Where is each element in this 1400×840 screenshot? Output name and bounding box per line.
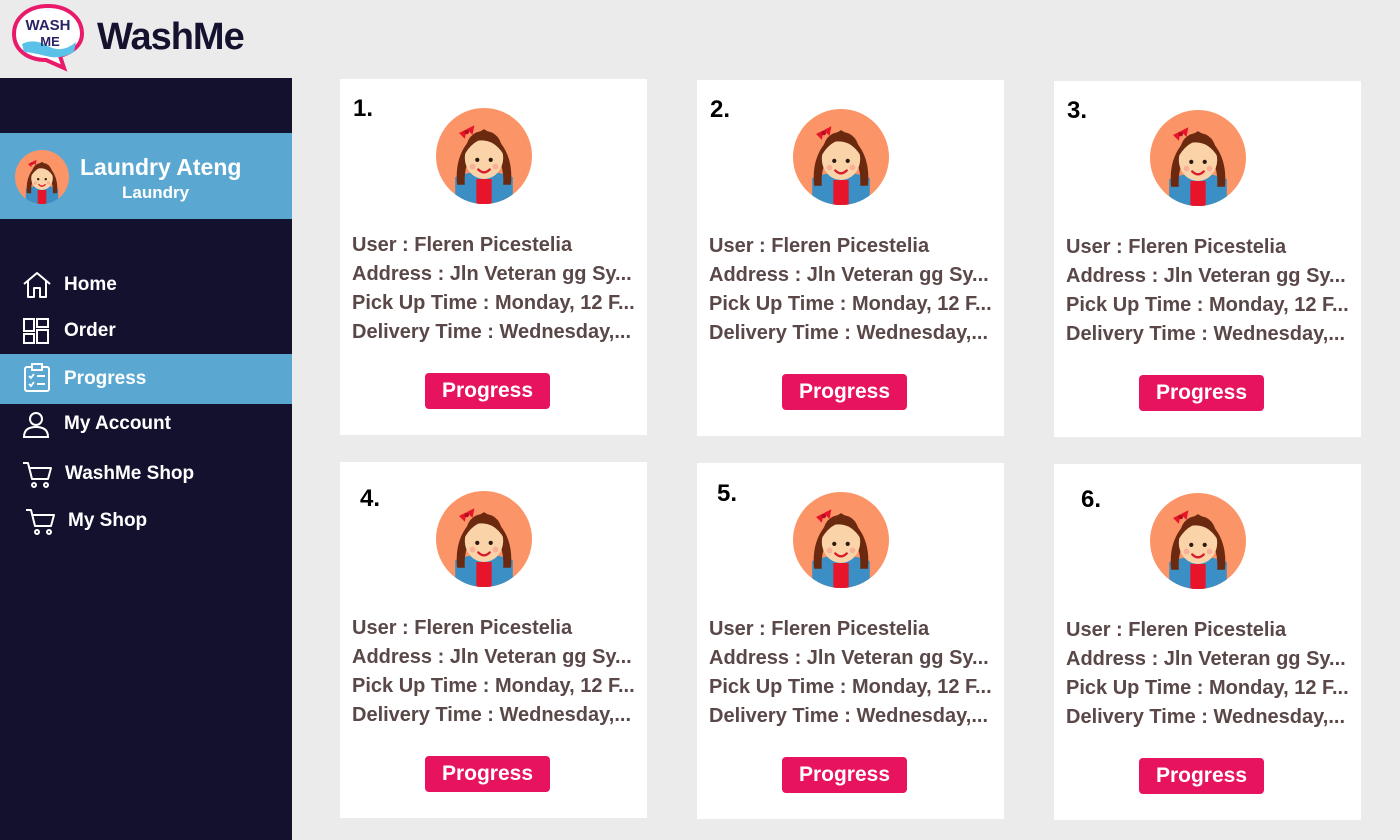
card-user: User : Fleren Picestelia: [1066, 619, 1287, 641]
card-address: Address : Jln Veteran gg Sy...: [352, 263, 632, 285]
sidebar-item-progress[interactable]: Progress: [0, 354, 292, 404]
card-delivery-time: Delivery Time : Wednesday,...: [352, 321, 632, 343]
profile-avatar: [15, 150, 69, 204]
washme-logo-icon[interactable]: WASH ME: [10, 2, 86, 72]
order-card: 3. User : Fleren Picestelia Address : Jl…: [1054, 81, 1361, 437]
top-header: WASH ME WashMe: [0, 0, 292, 78]
sidebar-item-label: WashMe Shop: [65, 463, 195, 484]
order-card: 2. User : Fleren Picestelia Address : Jl…: [697, 80, 1004, 436]
progress-button[interactable]: Progress: [425, 373, 550, 409]
card-pickup-time: Pick Up Time : Monday, 12 F...: [709, 293, 992, 315]
progress-button[interactable]: Progress: [782, 374, 907, 410]
customer-avatar: [1150, 110, 1246, 206]
home-icon: [23, 272, 51, 298]
card-pickup-time: Pick Up Time : Monday, 12 F...: [1066, 294, 1349, 316]
card-pickup-time: Pick Up Time : Monday, 12 F...: [352, 675, 635, 697]
card-number: 3.: [1067, 97, 1088, 124]
sidebar-item-my-account[interactable]: My Account: [0, 400, 292, 448]
profile-role: Laundry: [122, 183, 190, 202]
card-pickup-time: Pick Up Time : Monday, 12 F...: [709, 676, 992, 698]
card-delivery-time: Delivery Time : Wednesday,...: [352, 704, 632, 726]
card-user: User : Fleren Picestelia: [352, 234, 573, 256]
sidebar-item-label: Order: [64, 320, 116, 341]
logo-text-top: WASH: [26, 17, 71, 34]
progress-button[interactable]: Progress: [425, 756, 550, 792]
card-number: 5.: [717, 480, 738, 507]
card-number: 2.: [710, 96, 731, 123]
order-icon: [23, 318, 49, 344]
card-delivery-time: Delivery Time : Wednesday,...: [1066, 323, 1346, 345]
cart-icon: [23, 462, 52, 488]
card-number: 1.: [353, 95, 374, 122]
sidebar-item-label: My Account: [64, 413, 171, 434]
card-pickup-time: Pick Up Time : Monday, 12 F...: [352, 292, 635, 314]
profile-panel[interactable]: Laundry Ateng Laundry: [0, 133, 292, 219]
card-address: Address : Jln Veteran gg Sy...: [1066, 648, 1346, 670]
card-delivery-time: Delivery Time : Wednesday,...: [709, 322, 989, 344]
card-user: User : Fleren Picestelia: [1066, 236, 1287, 258]
order-card: 5. User : Fleren Picestelia Address : Jl…: [697, 463, 1004, 819]
progress-button[interactable]: Progress: [782, 757, 907, 793]
card-delivery-time: Delivery Time : Wednesday,...: [709, 705, 989, 727]
card-address: Address : Jln Veteran gg Sy...: [709, 264, 989, 286]
progress-button[interactable]: Progress: [1139, 758, 1264, 794]
card-number: 6.: [1081, 486, 1102, 513]
order-card: 6. User : Fleren Picestelia Address : Jl…: [1054, 464, 1361, 820]
card-address: Address : Jln Veteran gg Sy...: [352, 646, 632, 668]
customer-avatar: [793, 109, 889, 205]
card-user: User : Fleren Picestelia: [709, 618, 930, 640]
sidebar-item-label: My Shop: [68, 510, 148, 531]
cart-icon: [26, 509, 55, 535]
sidebar-item-my-shop[interactable]: My Shop: [0, 497, 292, 545]
user-icon: [22, 412, 50, 438]
order-card: 4. User : Fleren Picestelia Address : Jl…: [340, 462, 647, 818]
sidebar-item-label: Home: [64, 274, 117, 295]
card-user: User : Fleren Picestelia: [709, 235, 930, 257]
progress-button[interactable]: Progress: [1139, 375, 1264, 411]
card-address: Address : Jln Veteran gg Sy...: [709, 647, 989, 669]
order-card: 1. User : Fleren Picestelia Address : Jl…: [340, 79, 647, 435]
sidebar-item-home[interactable]: Home: [0, 261, 292, 309]
sidebar-item-order[interactable]: Order: [0, 307, 292, 355]
app-title: WashMe: [97, 16, 245, 58]
sidebar-item-label: Progress: [64, 368, 147, 389]
customer-avatar: [1150, 493, 1246, 589]
customer-avatar: [793, 492, 889, 588]
profile-name: Laundry Ateng: [80, 154, 242, 180]
card-user: User : Fleren Picestelia: [352, 617, 573, 639]
customer-avatar: [436, 108, 532, 204]
card-pickup-time: Pick Up Time : Monday, 12 F...: [1066, 677, 1349, 699]
sidebar: Laundry Ateng Laundry Home Order Progres…: [0, 78, 292, 840]
card-delivery-time: Delivery Time : Wednesday,...: [1066, 706, 1346, 728]
customer-avatar: [436, 491, 532, 587]
card-address: Address : Jln Veteran gg Sy...: [1066, 265, 1346, 287]
sidebar-item-washme-shop[interactable]: WashMe Shop: [0, 450, 292, 498]
logo-text-bottom: ME: [40, 34, 60, 49]
clipboard-icon: [24, 363, 50, 392]
card-number: 4.: [360, 485, 381, 512]
